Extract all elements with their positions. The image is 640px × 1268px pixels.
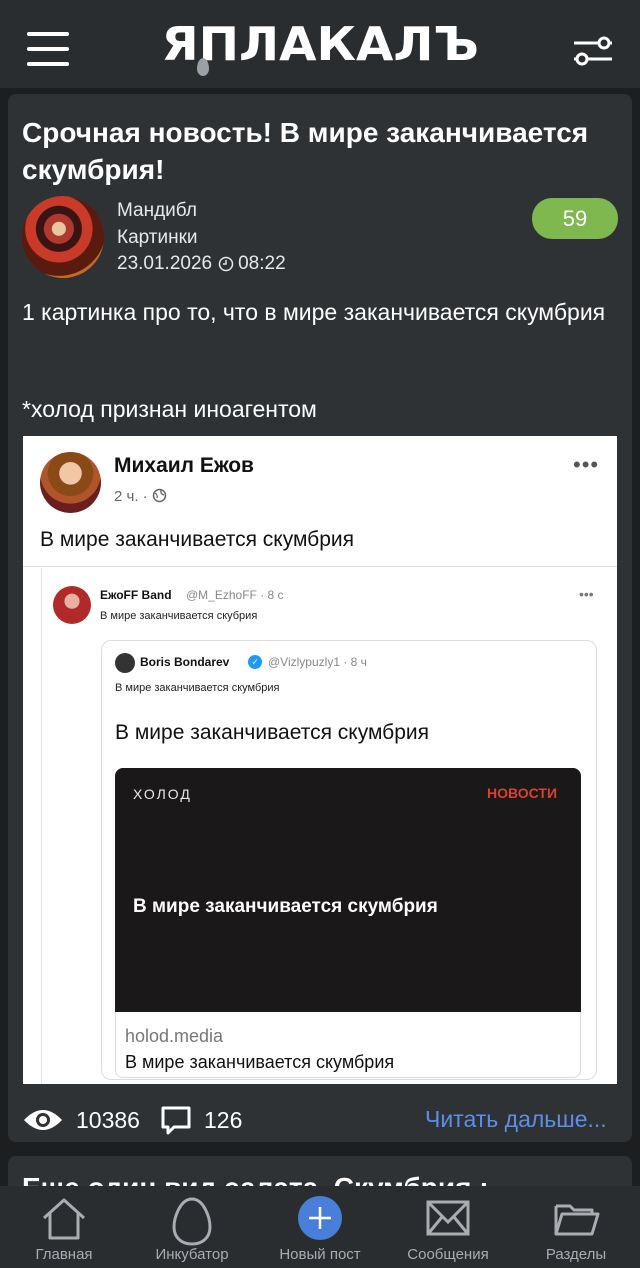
quoted-tweet-subtext: В мире заканчивается скумбрия: [115, 682, 280, 694]
nav-home-label: Главная: [35, 1246, 93, 1263]
eye-icon: [24, 1110, 62, 1130]
envelope-icon: [426, 1200, 470, 1236]
quoted-tweet-avatar: [115, 653, 135, 673]
tweet-text: В мире заканчивается скубрия: [100, 610, 258, 622]
fb-post-text: В мире заканчивается скумбрия: [40, 528, 354, 551]
top-bar: ЯПЛАКАЛЪ: [0, 0, 640, 88]
comments-stat[interactable]: 126: [160, 1104, 242, 1136]
news-brand: ХОЛОД: [133, 786, 192, 802]
comments-count: 126: [204, 1106, 243, 1133]
filter-settings-icon[interactable]: [572, 36, 614, 66]
quoted-tweet-text: В мире заканчивается скумбрия: [115, 721, 429, 744]
folder-icon: [554, 1204, 600, 1236]
site-logo[interactable]: ЯПЛАКАЛЪ: [161, 17, 478, 71]
more-options-icon: •••: [573, 452, 600, 477]
fb-post-time: 2 ч. ·: [114, 488, 167, 505]
nav-incubator-label: Инкубатор: [155, 1246, 229, 1263]
bottom-nav: Главная Инкубатор Новый пост Сообщения Р…: [0, 1186, 640, 1268]
nav-new-post-label: Новый пост: [279, 1246, 361, 1263]
tweet-handle: @M_EzhoFF · 8 с: [186, 588, 284, 602]
verified-icon: ✓: [248, 655, 262, 669]
tweet-author: ЕжоFF Band: [100, 588, 172, 602]
menu-icon[interactable]: [27, 32, 69, 66]
egg-icon: [172, 1197, 212, 1246]
post-text: 1 картинка про то, что в мире заканчивае…: [22, 299, 606, 325]
logo-drop-icon: [197, 58, 209, 76]
quoted-tweet-author: Boris Bondarev: [140, 655, 230, 669]
news-category: НОВОСТИ: [487, 785, 558, 801]
plus-icon: [298, 1196, 342, 1240]
rating-badge[interactable]: 59: [532, 198, 618, 239]
views-count: 10386: [76, 1106, 140, 1133]
nav-messages[interactable]: Сообщения: [384, 1186, 512, 1268]
post-title[interactable]: Срочная новость! В мире заканчивается ск…: [22, 114, 592, 188]
clock-icon: [218, 256, 234, 272]
views-stat: 10386: [22, 1104, 140, 1136]
quoted-tweet-handle: @Vizlypuzly1 · 8 ч: [268, 655, 367, 669]
news-preview-image: [115, 768, 581, 1012]
news-link-title: В мире заканчивается скумбрия: [125, 1052, 395, 1072]
divider: [23, 566, 617, 567]
post-image[interactable]: Михаил Ежов 2 ч. · ••• В мире заканчивае…: [23, 436, 617, 1084]
nav-new-post[interactable]: Новый пост: [256, 1186, 384, 1268]
news-headline: В мире заканчивается скумбрия: [133, 896, 438, 917]
post-datetime: 23.01.2026 08:22: [117, 253, 286, 275]
tweet-avatar: [53, 586, 91, 624]
nav-messages-label: Сообщения: [407, 1246, 489, 1263]
fb-avatar: [40, 452, 101, 513]
post-date: 23.01.2026: [117, 253, 213, 274]
comment-icon: [161, 1106, 191, 1135]
author-avatar[interactable]: [22, 196, 104, 278]
nav-incubator[interactable]: Инкубатор: [128, 1186, 256, 1268]
nav-sections-label: Разделы: [545, 1246, 607, 1263]
fb-time-text: 2 ч. ·: [114, 488, 148, 505]
read-more-link[interactable]: Читать дальше...: [425, 1106, 607, 1133]
tweet-more-icon: •••: [579, 586, 594, 602]
nav-home[interactable]: Главная: [0, 1186, 128, 1268]
post-category[interactable]: Картинки: [117, 227, 198, 249]
news-domain: holod.media: [125, 1026, 224, 1046]
post-note: *холод признан иноагентом: [22, 396, 317, 422]
author-name[interactable]: Мандибл: [117, 200, 197, 222]
home-icon: [42, 1198, 86, 1240]
globe-icon: [152, 488, 167, 503]
post-time: 08:22: [238, 253, 286, 274]
nav-sections[interactable]: Разделы: [512, 1186, 640, 1268]
fb-author-name: Михаил Ежов: [114, 454, 254, 477]
